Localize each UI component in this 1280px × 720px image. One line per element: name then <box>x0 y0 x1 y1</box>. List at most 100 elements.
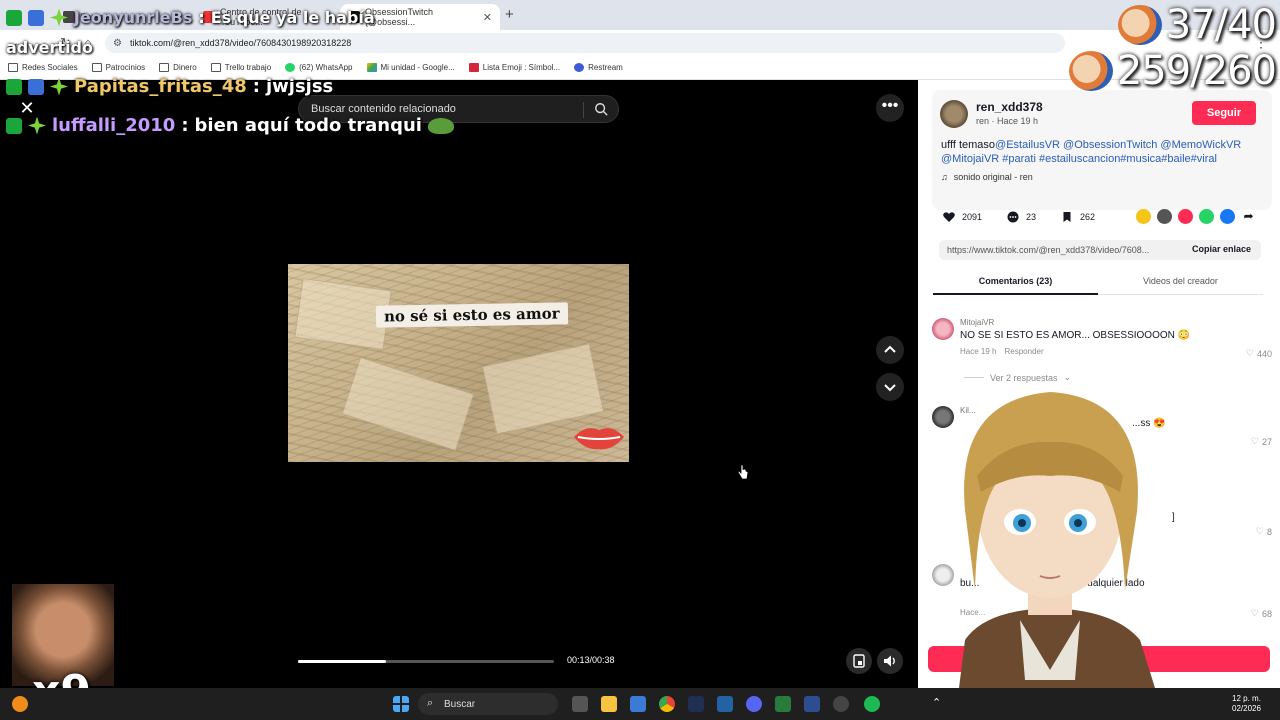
prime-badge-icon <box>28 9 44 26</box>
embed-icon[interactable] <box>1157 209 1172 224</box>
trello-icon <box>210 63 221 72</box>
author-avatar[interactable] <box>940 100 968 128</box>
sound-link[interactable]: ♫ sonido original - ren <box>941 172 1033 182</box>
tab-creator-videos[interactable]: Videos del creador <box>1098 273 1263 295</box>
bookmark-redes-sociales[interactable]: Redes Sociales <box>8 63 78 72</box>
prime-badge-icon <box>28 78 44 95</box>
next-video-button[interactable] <box>876 373 904 401</box>
chat-message: luffalli_2010 : bien aquí todo tranqui <box>6 115 454 136</box>
author-name[interactable]: ren_xdd378 <box>976 100 1043 114</box>
facebook-share-icon[interactable] <box>1220 209 1235 224</box>
video-description: ufff temaso@EstailusVR @ObsessionTwitch … <box>941 139 1242 165</box>
repost-icon[interactable] <box>1136 209 1151 224</box>
tab-comments[interactable]: Comentarios (23) <box>933 273 1098 295</box>
emoji-site-icon <box>468 63 479 72</box>
photoshop-icon[interactable] <box>688 696 704 712</box>
comment-like-button[interactable]: ♡ 68 <box>1251 608 1272 619</box>
bookmark-whatsapp[interactable]: (62) WhatsApp <box>285 63 353 72</box>
character-face-icon <box>1117 5 1162 45</box>
site-info-icon[interactable]: ⚙ <box>113 38 122 49</box>
spotify-icon[interactable] <box>864 696 880 712</box>
bookmark-trello[interactable]: Trello trabajo <box>210 63 271 72</box>
heart-icon <box>943 212 955 222</box>
restream-icon <box>574 63 585 72</box>
bookmark-icon <box>1063 212 1071 222</box>
send-icon[interactable] <box>1178 209 1193 224</box>
vtuber-app-icon[interactable] <box>804 696 820 712</box>
new-tab-button[interactable]: + <box>505 6 514 23</box>
bookmark-dinero[interactable]: Dinero <box>159 63 197 72</box>
share-icons: ➦ <box>1136 209 1256 224</box>
goal-counter-top: 37/40 <box>1117 2 1277 48</box>
floating-player-button[interactable] <box>846 648 872 674</box>
reply-button[interactable]: Responder <box>1004 347 1043 356</box>
commenter-avatar[interactable] <box>932 318 954 340</box>
sparkle-badge-icon <box>50 8 68 27</box>
comment-like-button[interactable]: ♡ 440 <box>1246 348 1272 359</box>
vtuber-avatar <box>955 392 1165 720</box>
folder-icon <box>159 63 170 72</box>
goal-counter-bottom: 259/260 <box>1068 48 1277 94</box>
pip-icon <box>853 654 865 668</box>
volume-button[interactable] <box>877 648 903 674</box>
whatsapp-share-icon[interactable] <box>1199 209 1214 224</box>
search-icon: ⌕ <box>427 697 434 709</box>
video-progress-fill <box>298 660 386 663</box>
windows-start-icon[interactable] <box>393 696 409 712</box>
taskbar-clock[interactable]: 12 p. m. 02/2026 <box>1232 694 1261 714</box>
replies-divider <box>964 377 984 378</box>
chrome-icon[interactable] <box>659 696 675 712</box>
video-link-field[interactable]: https://www.tiktok.com/@ren_xdd378/video… <box>939 240 1261 260</box>
store-icon[interactable] <box>630 696 646 712</box>
url-field[interactable]: ⚙ tiktok.com/@ren_xdd378/video/760843019… <box>105 33 1065 53</box>
comment-like-button[interactable]: ♡ 8 <box>1256 526 1272 537</box>
more-options-button[interactable]: ••• <box>876 94 904 122</box>
comment-stat[interactable]: 23 <box>1006 210 1036 224</box>
heart-outline-icon: ♡ <box>1250 608 1259 618</box>
paper-scrap <box>341 356 475 452</box>
discord-icon[interactable] <box>746 696 762 712</box>
taskbar-search[interactable]: ⌕ Buscar <box>418 693 558 715</box>
emoji-icon: 😳 <box>1177 330 1191 341</box>
weather-icon[interactable] <box>12 696 28 712</box>
file-explorer-icon[interactable] <box>601 696 617 712</box>
search-icon[interactable] <box>594 102 608 116</box>
save-stat[interactable]: 262 <box>1060 210 1095 224</box>
vegas-icon[interactable] <box>717 696 733 712</box>
obs-icon[interactable] <box>833 696 849 712</box>
comment-username[interactable]: MitojaiVR <box>960 318 994 327</box>
bookmark-google-drive[interactable]: Mi unidad - Google... <box>366 63 455 72</box>
chat-message: Papitas_fritas_48 : jwjsjss <box>6 76 333 97</box>
comment-text: ] <box>1172 512 1175 523</box>
folder-icon <box>91 63 102 72</box>
comment-like-button[interactable]: ♡ 27 <box>1251 436 1272 447</box>
share-arrow-icon[interactable]: ➦ <box>1241 209 1256 224</box>
video-frame[interactable]: no sé si esto es amor <box>288 264 629 462</box>
volume-icon <box>884 655 895 667</box>
excel-icon[interactable] <box>775 696 791 712</box>
bookmark-lista-emoji[interactable]: Lista Emoji : Símbol... <box>468 63 560 72</box>
heart-outline-icon: ♡ <box>1255 526 1264 536</box>
heart-outline-icon: ♡ <box>1250 436 1259 446</box>
windows-taskbar: ⌕ Buscar ⌃ 12 p. m. 02/2026 <box>0 688 1280 720</box>
comment-icon <box>1007 211 1019 223</box>
previous-video-button[interactable] <box>876 336 904 364</box>
task-view-icon[interactable] <box>572 696 588 712</box>
comment-text: NO SE SI ESTO ES AMOR... OBSESSIOOOON 😳 <box>960 330 1191 341</box>
video-time: 00:13/00:38 <box>567 655 615 665</box>
follow-button[interactable]: Seguir <box>1192 101 1256 125</box>
whatsapp-icon <box>285 63 296 72</box>
folder-icon <box>8 63 18 72</box>
close-tab-icon[interactable]: ✕ <box>483 11 492 24</box>
system-tray-chevron-icon[interactable]: ⌃ <box>932 696 941 709</box>
chat-message: JeonyunrleBs : Es que ya le había <box>6 8 375 27</box>
comment-meta: Hace 19 h Responder <box>960 347 1044 356</box>
sparkle-badge-icon <box>50 77 68 96</box>
like-stat[interactable]: 2091 <box>942 210 982 224</box>
video-progress-bar[interactable] <box>298 660 554 663</box>
bookmark-restream[interactable]: Restream <box>574 63 623 72</box>
hand-cursor-icon <box>737 464 749 480</box>
copy-link-button[interactable]: Copiar enlace <box>1192 244 1251 254</box>
heart-outline-icon: ♡ <box>1245 348 1254 358</box>
bookmark-patrocinios[interactable]: Patrocinios <box>91 63 145 72</box>
